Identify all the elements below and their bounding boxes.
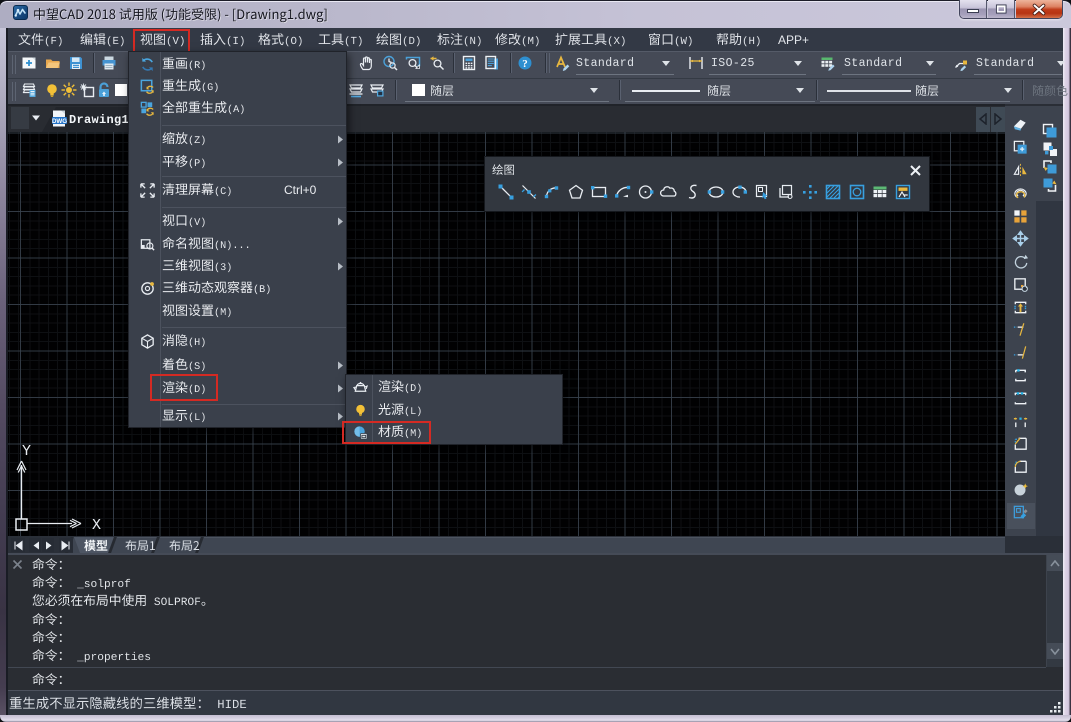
svg-text:Y: Y	[22, 443, 31, 460]
svg-text:?: ?	[522, 58, 528, 70]
svg-text:DWG: DWG	[52, 118, 67, 125]
svg-text:X: X	[92, 517, 101, 534]
